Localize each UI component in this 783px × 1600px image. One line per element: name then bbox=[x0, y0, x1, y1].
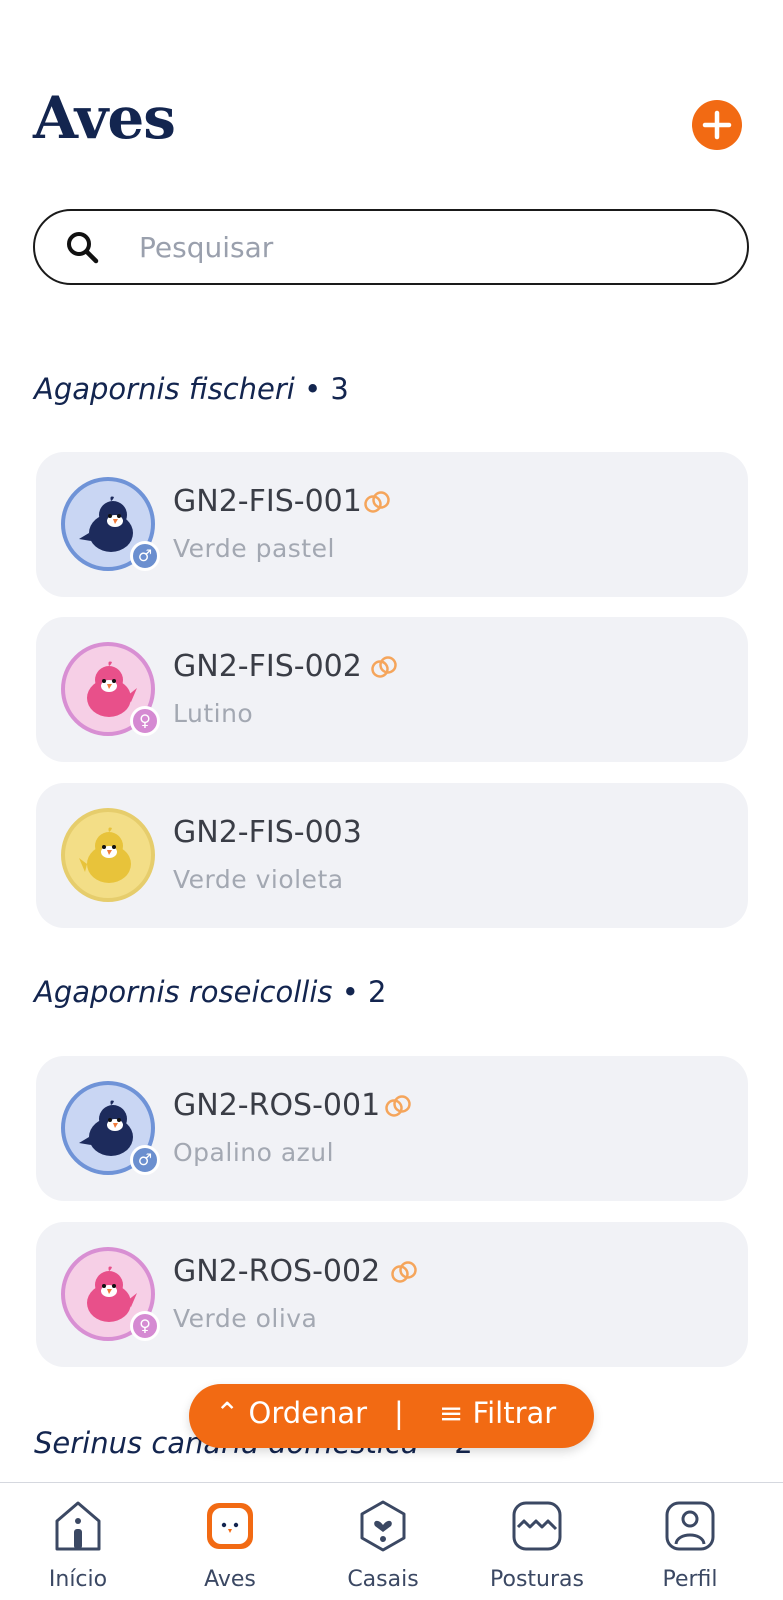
male-icon: ♂ bbox=[130, 1145, 160, 1175]
species-name: Agapornis roseicollis bbox=[34, 975, 333, 1009]
nav-label: Aves bbox=[204, 1567, 256, 1592]
divider: | bbox=[394, 1396, 404, 1430]
page-title: Aves bbox=[33, 84, 176, 152]
bird-mutation: Lutino bbox=[173, 699, 254, 728]
bird-mutation: Verde violeta bbox=[173, 865, 344, 894]
search-input[interactable] bbox=[139, 225, 719, 269]
ring-icon bbox=[371, 656, 397, 678]
bird-card[interactable]: ♀ GN2-FIS-002 Lutino bbox=[36, 617, 748, 762]
nav-item-inicio[interactable]: Início bbox=[8, 1483, 148, 1600]
bird-code: GN2-ROS-002 bbox=[173, 1254, 381, 1289]
bottom-nav: Início Aves Casais Posturas Perfil bbox=[0, 1482, 783, 1600]
ring-icon bbox=[385, 1095, 411, 1117]
bird-code: GN2-FIS-002 bbox=[173, 649, 362, 684]
ring-icon bbox=[391, 1261, 417, 1283]
sort-filter-bar: ⌃ Ordenar | ≡ Filtrar bbox=[189, 1384, 594, 1448]
home-icon bbox=[55, 1501, 101, 1551]
nav-item-posturas[interactable]: Posturas bbox=[467, 1483, 607, 1600]
bird-card[interactable]: GN2-FIS-003 Verde violeta bbox=[36, 783, 748, 928]
species-count: • 2 bbox=[341, 975, 387, 1009]
bird-code: GN2-FIS-001 bbox=[173, 484, 362, 519]
nav-label: Início bbox=[48, 1567, 108, 1592]
bird-card[interactable]: ♂ GN2-ROS-001 Opalino azul bbox=[36, 1056, 748, 1201]
bird-code: GN2-ROS-001 bbox=[173, 1088, 381, 1123]
nav-item-casais[interactable]: Casais bbox=[313, 1483, 453, 1600]
bird-avatar bbox=[61, 808, 155, 902]
bird-card[interactable]: ♂ GN2-FIS-001 Verde pastel bbox=[36, 452, 748, 597]
bird-mutation: Opalino azul bbox=[173, 1138, 335, 1167]
bird-mutation: Verde pastel bbox=[173, 534, 335, 563]
search-bar[interactable] bbox=[33, 209, 749, 285]
nav-label: Casais bbox=[347, 1567, 419, 1592]
bird-card[interactable]: ♀ GN2-ROS-002 Verde oliva bbox=[36, 1222, 748, 1367]
ring-icon bbox=[364, 491, 390, 513]
bird-icon bbox=[207, 1503, 253, 1549]
bird-mutation: Verde oliva bbox=[173, 1304, 318, 1333]
male-icon: ♂ bbox=[130, 541, 160, 571]
nav-item-perfil[interactable]: Perfil bbox=[620, 1483, 760, 1600]
bird-code: GN2-FIS-003 bbox=[173, 815, 362, 850]
group-header: Agapornis roseicollis • 2 bbox=[34, 975, 387, 1009]
profile-icon bbox=[665, 1501, 715, 1551]
species-name: Agapornis fischeri bbox=[34, 372, 295, 406]
plus-icon bbox=[702, 110, 732, 140]
species-count: • 3 bbox=[304, 372, 349, 406]
nav-label: Posturas bbox=[490, 1567, 584, 1592]
sort-button[interactable]: ⌃ Ordenar bbox=[215, 1396, 367, 1430]
group-header: Agapornis fischeri • 3 bbox=[34, 372, 349, 406]
couple-heart-icon bbox=[360, 1500, 406, 1552]
nav-item-aves[interactable]: Aves bbox=[160, 1483, 300, 1600]
bird-icon bbox=[79, 827, 131, 883]
nav-label: Perfil bbox=[662, 1567, 718, 1592]
search-icon bbox=[67, 232, 99, 264]
eggs-icon bbox=[512, 1501, 562, 1551]
add-bird-button[interactable] bbox=[692, 100, 742, 150]
female-icon: ♀ bbox=[130, 706, 160, 736]
filter-button[interactable]: ≡ Filtrar bbox=[439, 1396, 556, 1430]
female-icon: ♀ bbox=[130, 1311, 160, 1341]
